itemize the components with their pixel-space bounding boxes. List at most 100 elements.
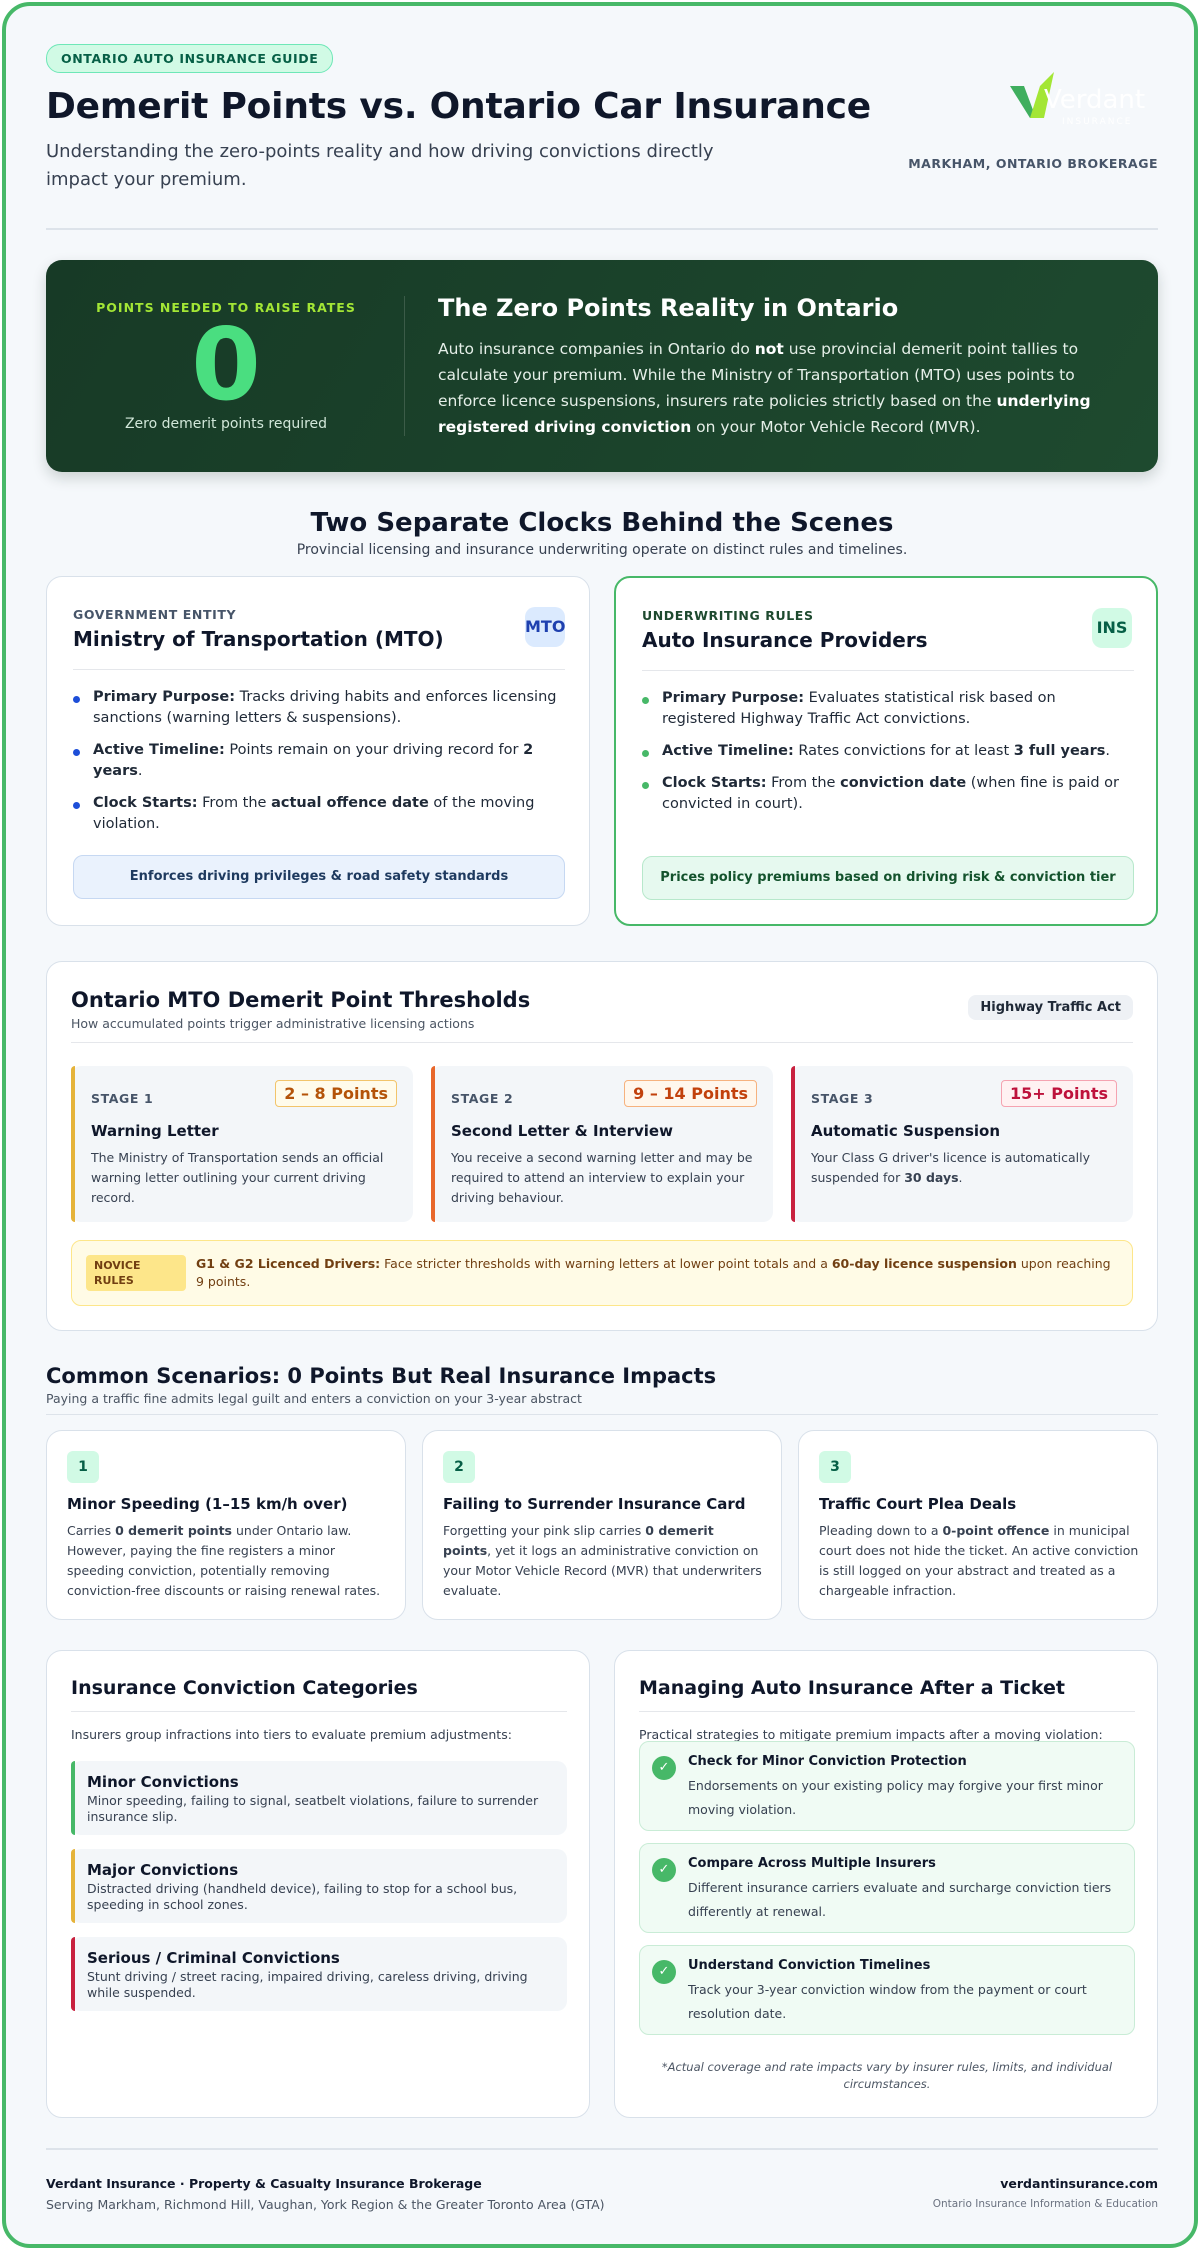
page-subtitle: Understanding the zero-points reality an… [46,141,714,190]
scenario-title: Failing to Surrender Insurance Card [443,1495,746,1513]
managing-divider [639,1711,1135,1712]
disclaimer: *Actual coverage and rate impacts vary b… [661,2060,1113,2091]
insurer-footer: Prices policy premiums based on driving … [642,856,1134,900]
hero-caption: Zero demerit points required [124,416,328,432]
categories-divider [71,1711,567,1712]
hero-number: 0 [191,306,261,423]
footer-company: Verdant Insurance · Property & Casualty … [46,2176,482,2191]
footer-divider [46,2148,1158,2150]
stage-points: 2 – 8 Points [275,1080,397,1107]
managing-intro: Practical strategies to mitigate premium… [639,1727,1103,1742]
strategy-desc: Track your 3-year conviction window from… [688,1982,1087,2021]
strategy-title: Compare Across Multiple Insurers [688,1856,936,1871]
categories-card: Insurance Conviction Categories Insurers… [46,1650,590,2118]
categories-title: Insurance Conviction Categories [71,1677,418,1699]
insurer-list: Primary Purpose: Evaluates statistical r… [642,688,1134,826]
stage-title: Second Letter & Interview [451,1122,673,1140]
check-icon: ✓ [652,1960,676,1984]
strategy-title: Understand Conviction Timelines [688,1958,931,1973]
page-frame: ONTARIO AUTO INSURANCE GUIDE Demerit Poi… [2,2,1198,2248]
managing-card: Managing Auto Insurance After a Ticket P… [614,1650,1158,2118]
category-desc: Minor speeding, failing to signal, seatb… [87,1793,539,1824]
stage-desc: Your Class G driver's licence is automat… [811,1150,1091,1185]
list-item: Primary Purpose: Tracks driving habits a… [73,687,565,729]
list-item: Active Timeline: Rates convictions for a… [642,741,1134,762]
category-accent [71,1761,75,1835]
insurer-badge: INS [1092,608,1132,648]
category-accent [71,1937,75,2011]
stage-kicker: STAGE 3 [811,1091,874,1106]
category-desc: Stunt driving / street racing, impaired … [87,1969,528,2000]
scenario-number: 3 [819,1451,851,1483]
scenario-desc: Carries 0 demerit points under Ontario l… [67,1523,381,1598]
novice-rules-callout: NOVICE RULES G1 & G2 Licenced Drivers: F… [71,1240,1133,1306]
stage-card: STAGE 3 15+ Points Automatic Suspension … [791,1066,1133,1222]
mto-divider [73,669,565,670]
list-item: Active Timeline: Points remain on your d… [73,740,565,782]
strategy-desc: Different insurance carriers evaluate an… [688,1880,1112,1919]
managing-title: Managing Auto Insurance After a Ticket [639,1677,1066,1699]
scenario-number: 2 [443,1451,475,1483]
stage-accent [431,1066,435,1222]
list-item: Clock Starts: From the conviction date (… [642,773,1134,815]
scenario-card: 2 Failing to Surrender Insurance Card Fo… [422,1430,782,1620]
check-icon: ✓ [652,1756,676,1780]
stage-desc: The Ministry of Transportation sends an … [91,1150,384,1205]
category-title: Serious / Criminal Convictions [87,1949,340,1967]
category-item: Major Convictions Distracted driving (ha… [71,1849,567,1923]
category-item: Serious / Criminal Convictions Stunt dri… [71,1937,567,2011]
list-item: Clock Starts: From the actual offence da… [73,793,565,835]
thresholds-card: Ontario MTO Demerit Point Thresholds How… [46,961,1158,1331]
stage-points: 15+ Points [1000,1080,1117,1107]
stage-title: Warning Letter [91,1122,219,1140]
hero-stat: POINTS NEEDED TO RAISE RATES 0 Zero deme… [46,260,406,472]
category-accent [71,1849,75,1923]
thresholds-subtitle: How accumulated points trigger administr… [71,1016,475,1031]
stage-card: STAGE 1 2 – 8 Points Warning Letter The … [71,1066,413,1222]
novice-badge: NOVICE RULES [86,1255,186,1291]
verdant-logo[interactable]: Verdant INSURANCE [1006,72,1146,142]
check-icon: ✓ [652,1858,676,1882]
hta-pill: Highway Traffic Act [968,995,1133,1020]
hero-divider [404,296,405,436]
logo-wordmark: Verdant [1044,85,1145,115]
scenarios-title: Common Scenarios: 0 Points But Real Insu… [46,1364,717,1388]
stage-title: Automatic Suspension [811,1122,1000,1140]
mto-card: GOVERNMENT ENTITY Ministry of Transporta… [46,576,590,926]
footer-website-link[interactable]: verdantinsurance.com [1000,2176,1158,2191]
insurer-kicker: UNDERWRITING RULES [642,608,814,623]
mto-list: Primary Purpose: Tracks driving habits a… [73,687,565,846]
category-desc: Distracted driving (handheld device), fa… [87,1881,518,1912]
stage-accent [791,1066,795,1222]
stage-points: 9 – 14 Points [624,1080,757,1107]
strategy-title: Check for Minor Conviction Protection [688,1754,967,1769]
scenario-number: 1 [67,1451,99,1483]
insurer-card: UNDERWRITING RULES Auto Insurance Provid… [614,576,1158,926]
scenarios-divider [46,1414,1158,1415]
category-title: Major Convictions [87,1861,239,1879]
scenarios-subtitle: Paying a traffic fine admits legal guilt… [46,1391,582,1406]
strategy-item: ✓ Understand Conviction Timelines Track … [639,1945,1135,2035]
brokerage-location: MARKHAM, ONTARIO BROKERAGE [908,156,1158,171]
category-item: Minor Convictions Minor speeding, failin… [71,1761,567,1835]
clocks-subtitle: Provincial licensing and insurance under… [296,542,908,558]
scenario-desc: Forgetting your pink slip carries 0 deme… [443,1523,762,1598]
mto-badge: MTO [525,607,565,647]
scenario-desc: Pleading down to a 0-point offence in mu… [819,1523,1139,1598]
mto-kicker: GOVERNMENT ENTITY [73,607,237,622]
novice-text: G1 & G2 Licenced Drivers: Face stricter … [196,1256,1111,1289]
mto-title: Ministry of Transportation (MTO) [73,627,444,651]
strategy-desc: Endorsements on your existing policy may… [688,1778,1103,1817]
zero-points-hero: POINTS NEEDED TO RAISE RATES 0 Zero deme… [46,260,1158,472]
hero-title: The Zero Points Reality in Ontario [438,294,899,322]
clocks-title: Two Separate Clocks Behind the Scenes [310,508,894,538]
insurer-divider [642,670,1134,671]
strategy-item: ✓ Check for Minor Conviction Protection … [639,1741,1135,1831]
stage-kicker: STAGE 1 [91,1091,154,1106]
hero-body: Auto insurance companies in Ontario do n… [438,340,1091,436]
scenario-title: Minor Speeding (1–15 km/h over) [67,1495,348,1513]
category-title: Minor Convictions [87,1773,239,1791]
guide-tag: ONTARIO AUTO INSURANCE GUIDE [46,44,334,73]
insurer-title: Auto Insurance Providers [642,628,928,652]
thresholds-title: Ontario MTO Demerit Point Thresholds [71,988,531,1012]
